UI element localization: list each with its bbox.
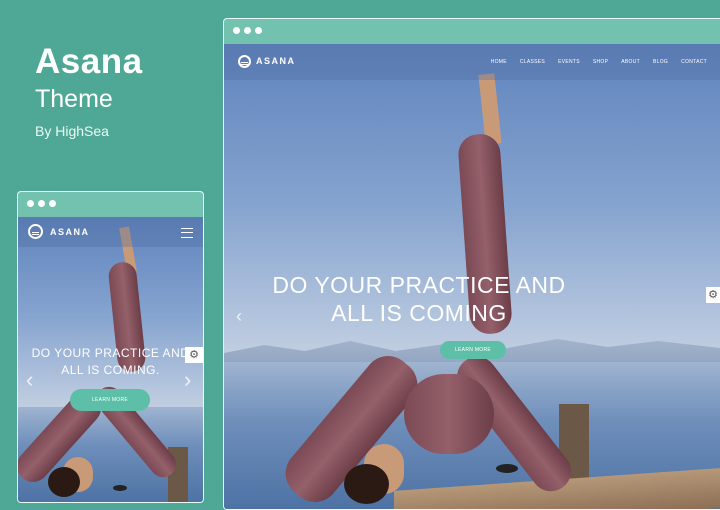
window-dots-icon bbox=[27, 200, 56, 207]
nav-home[interactable]: HOME bbox=[491, 59, 507, 65]
desktop-hero: ASANA HOME CLASSES EVENTS SHOP ABOUT BLO… bbox=[224, 44, 720, 509]
nav-events[interactable]: EVENTS bbox=[558, 59, 580, 65]
browser-titlebar bbox=[18, 192, 203, 215]
hamburger-menu-icon[interactable] bbox=[181, 228, 193, 238]
desktop-browser-window: ASANA HOME CLASSES EVENTS SHOP ABOUT BLO… bbox=[223, 18, 720, 510]
asana-logo-icon[interactable] bbox=[238, 55, 251, 68]
chevron-left-icon[interactable]: ‹ bbox=[236, 306, 242, 327]
learn-more-button[interactable]: LEARN MORE bbox=[440, 341, 506, 359]
nav-blog[interactable]: BLOG bbox=[653, 59, 668, 65]
nav-classes[interactable]: CLASSES bbox=[520, 59, 545, 65]
promo-title: Asana bbox=[35, 42, 143, 81]
hero-headline-line1: DO YOUR PRACTICE AND bbox=[31, 346, 190, 360]
window-dots-icon bbox=[233, 27, 262, 34]
gear-icon[interactable]: ⚙ bbox=[706, 287, 720, 303]
chevron-right-icon[interactable]: › bbox=[184, 367, 191, 393]
browser-titlebar bbox=[224, 19, 720, 42]
hero-headline-line2: ALL IS COMING. bbox=[61, 363, 160, 377]
mobile-hero: ASANA DO YOUR PRACTICE AND ALL IS COMING… bbox=[18, 217, 203, 502]
gear-icon[interactable]: ⚙ bbox=[185, 347, 203, 363]
promo-subtitle: Theme bbox=[35, 85, 113, 113]
promo-byline: By HighSea bbox=[35, 123, 109, 139]
hero-headline-line1: DO YOUR PRACTICE AND bbox=[272, 272, 566, 298]
site-logo[interactable]: ASANA bbox=[256, 56, 296, 66]
site-logo[interactable]: ASANA bbox=[50, 227, 90, 237]
nav-shop[interactable]: SHOP bbox=[593, 59, 608, 65]
site-header: ASANA HOME CLASSES EVENTS SHOP ABOUT BLO… bbox=[224, 44, 720, 80]
main-nav: HOME CLASSES EVENTS SHOP ABOUT BLOG CONT… bbox=[491, 59, 707, 65]
nav-about[interactable]: ABOUT bbox=[621, 59, 640, 65]
site-header: ASANA bbox=[18, 217, 203, 247]
nav-contact[interactable]: CONTACT bbox=[681, 59, 707, 65]
asana-logo-icon[interactable] bbox=[28, 224, 43, 239]
chevron-left-icon[interactable]: ‹ bbox=[26, 367, 33, 393]
hero-headline-line2: ALL IS COMING bbox=[331, 300, 507, 326]
learn-more-button[interactable]: LEARN MORE bbox=[70, 389, 150, 411]
mobile-browser-window: ASANA DO YOUR PRACTICE AND ALL IS COMING… bbox=[17, 191, 204, 503]
